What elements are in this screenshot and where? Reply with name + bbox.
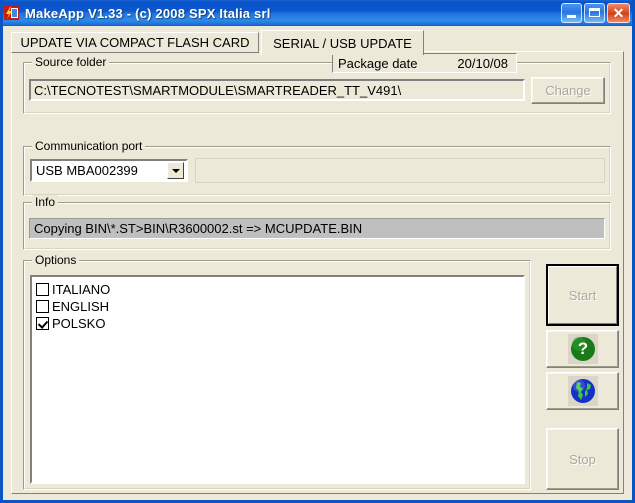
maximize-icon — [589, 8, 600, 17]
communication-port-value: USB MBA002399 — [36, 163, 138, 178]
tab-label: UPDATE VIA COMPACT FLASH CARD — [20, 35, 250, 50]
chevron-down-icon[interactable] — [167, 162, 184, 179]
globe-button[interactable] — [546, 372, 619, 410]
info-message-bar: Copying BIN\*.ST>BIN\R3600002.st => MCUP… — [29, 218, 605, 239]
start-button-label: Start — [568, 287, 597, 303]
checkbox-italiano[interactable] — [36, 283, 49, 296]
communication-port-status-panel — [195, 158, 605, 183]
change-folder-button[interactable]: Change — [531, 77, 605, 104]
help-button[interactable]: ? — [546, 330, 619, 368]
change-folder-label: Change — [545, 83, 591, 98]
minimize-button[interactable] — [561, 3, 582, 23]
list-item[interactable]: ITALIANO — [36, 281, 523, 298]
tab-serial-usb-update[interactable]: SERIAL / USB UPDATE — [261, 30, 424, 55]
close-icon: ✕ — [612, 5, 625, 21]
checkbox-polsko[interactable] — [36, 317, 49, 330]
options-list[interactable]: ITALIANO ENGLISH POLSKO — [30, 275, 525, 484]
globe-icon — [567, 376, 598, 406]
option-label: ITALIANO — [52, 282, 111, 297]
stop-button-label: Stop — [569, 451, 596, 467]
package-date-panel: Package date 20/10/08 — [332, 53, 517, 73]
checkbox-english[interactable] — [36, 300, 49, 313]
question-mark-icon: ? — [567, 334, 598, 364]
minimize-icon — [567, 15, 576, 18]
client-area: UPDATE VIA COMPACT FLASH CARD SERIAL / U… — [3, 26, 632, 500]
info-label: Info — [32, 195, 59, 209]
communication-port-select[interactable]: USB MBA002399 — [30, 159, 188, 182]
maximize-button[interactable] — [584, 3, 605, 23]
stop-button[interactable]: Stop — [546, 428, 619, 490]
option-label: POLSKO — [52, 316, 106, 331]
window-title: MakeApp V1.33 - (c) 2008 SPX Italia srl — [25, 5, 271, 21]
tab-strip: UPDATE VIA COMPACT FLASH CARD SERIAL / U… — [11, 30, 624, 55]
close-button[interactable]: ✕ — [607, 3, 630, 23]
tab-label: SERIAL / USB UPDATE — [273, 35, 412, 51]
package-date-value: 20/10/08 — [457, 55, 508, 71]
package-date-label: Package date — [338, 55, 418, 71]
list-item[interactable]: POLSKO — [36, 315, 523, 332]
title-bar: MakeApp V1.33 - (c) 2008 SPX Italia srl … — [3, 0, 632, 26]
tab-update-via-compact-flash-card[interactable]: UPDATE VIA COMPACT FLASH CARD — [11, 32, 259, 53]
source-folder-path-field[interactable]: C:\TECNOTEST\SMARTMODULE\SMARTREADER_TT_… — [29, 79, 525, 101]
source-folder-path-value: C:\TECNOTEST\SMARTMODULE\SMARTREADER_TT_… — [34, 82, 402, 98]
source-folder-label: Source folder — [32, 55, 110, 69]
svg-text:?: ? — [577, 339, 587, 358]
option-label: ENGLISH — [52, 299, 110, 314]
start-button[interactable]: Start — [546, 264, 619, 326]
list-item[interactable]: ENGLISH — [36, 298, 523, 315]
app-window: MakeApp V1.33 - (c) 2008 SPX Italia srl … — [0, 0, 635, 503]
window-controls: ✕ — [561, 3, 630, 23]
communication-port-label: Communication port — [32, 139, 146, 153]
makeapp-icon — [4, 5, 20, 21]
info-message: Copying BIN\*.ST>BIN\R3600002.st => MCUP… — [34, 221, 363, 236]
options-label: Options — [32, 253, 80, 267]
